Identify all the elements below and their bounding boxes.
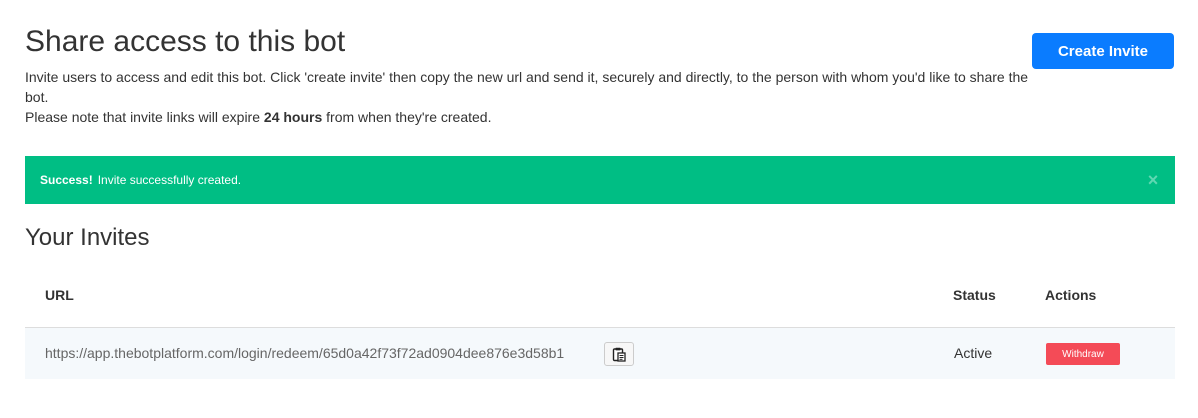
table-header: URL Status Actions xyxy=(25,272,1175,328)
intro-line-1: Invite users to access and edit this bot… xyxy=(25,69,1029,105)
table-row: https://app.thebotplatform.com/login/red… xyxy=(25,328,1175,379)
column-header-status: Status xyxy=(953,287,996,303)
share-access-page: Share access to this bot Invite users to… xyxy=(0,0,1198,418)
intro-line-2-suffix: from when they're created. xyxy=(322,109,492,125)
clipboard-icon xyxy=(612,347,626,362)
column-header-actions: Actions xyxy=(1045,287,1097,303)
invite-url: https://app.thebotplatform.com/login/red… xyxy=(45,345,565,361)
expiry-duration: 24 hours xyxy=(263,109,323,125)
success-alert: Success! Invite successfully created. × xyxy=(25,156,1175,204)
alert-title: Success! xyxy=(40,173,93,187)
create-invite-button[interactable]: Create Invite xyxy=(1032,33,1174,69)
intro-text: Invite users to access and edit this bot… xyxy=(25,67,1030,127)
close-icon[interactable]: × xyxy=(1145,171,1161,189)
withdraw-button[interactable]: Withdraw xyxy=(1046,343,1120,365)
invite-status: Active xyxy=(954,345,993,361)
intro-line-2: Please note that invite links will expir… xyxy=(25,107,1030,127)
invites-table: URL Status Actions https://app.thebotpla… xyxy=(25,272,1175,379)
alert-message: Invite successfully created. xyxy=(97,173,242,187)
column-header-url: URL xyxy=(45,287,74,303)
intro-line-2-prefix: Please note that invite links will expir… xyxy=(25,109,264,125)
invites-section-title: Your Invites xyxy=(25,224,150,251)
copy-url-button[interactable] xyxy=(604,342,634,366)
page-title: Share access to this bot xyxy=(25,25,346,58)
